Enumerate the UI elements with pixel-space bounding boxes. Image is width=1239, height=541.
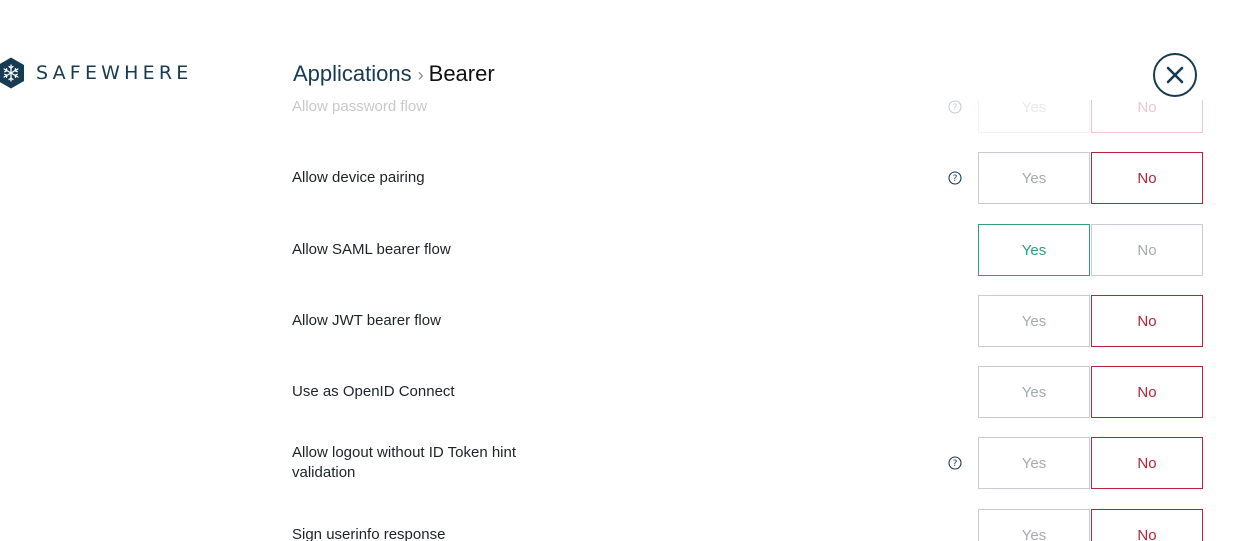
yes-option[interactable]: Yes [978, 100, 1090, 133]
setting-label: Use as OpenID Connect [292, 383, 455, 400]
yes-option[interactable]: Yes [978, 224, 1090, 276]
yes-option[interactable]: Yes [978, 509, 1090, 541]
help-icon[interactable]: ? [948, 171, 962, 185]
setting-label: Allow JWT bearer flow [292, 312, 441, 329]
yes-option[interactable]: Yes [978, 437, 1090, 489]
no-option[interactable]: No [1091, 224, 1203, 276]
yes-no-toggle: Yes No [978, 366, 1203, 418]
setting-row-sign-userinfo-response: Sign userinfo response Yes No [292, 509, 1203, 541]
yes-no-toggle: Yes No [978, 295, 1203, 347]
breadcrumb-current-page: Bearer [428, 61, 495, 86]
setting-label: Allow device pairing [292, 169, 425, 186]
svg-text:?: ? [953, 103, 958, 113]
setting-label: Allow logout without ID Token hint valid… [292, 444, 517, 481]
setting-label: Allow SAML bearer flow [292, 241, 451, 258]
breadcrumb: Applications › Bearer [293, 60, 495, 88]
setting-row-allow-saml-bearer-flow: Allow SAML bearer flow Yes No [292, 224, 1203, 276]
help-icon[interactable]: ? [948, 456, 962, 470]
yes-option[interactable]: Yes [978, 366, 1090, 418]
no-option[interactable]: No [1091, 295, 1203, 347]
svg-text:?: ? [953, 174, 958, 184]
yes-no-toggle: Yes No [978, 100, 1203, 133]
setting-row-use-as-openid-connect: Use as OpenID Connect Yes No [292, 366, 1203, 418]
yes-no-toggle: Yes No [978, 152, 1203, 204]
setting-label: Sign userinfo response [292, 526, 446, 541]
yes-no-toggle: Yes No [978, 509, 1203, 541]
setting-label: Allow password flow [292, 100, 428, 115]
yes-no-toggle: Yes No [978, 437, 1203, 489]
yes-option[interactable]: Yes [978, 152, 1090, 204]
svg-text:?: ? [953, 459, 958, 469]
setting-row-allow-logout-without-id-token-hint-validation: Allow logout without ID Token hint valid… [292, 437, 1203, 489]
no-option[interactable]: No [1091, 509, 1203, 541]
yes-no-toggle: Yes No [978, 224, 1203, 276]
brand-name: SAFEWHERE [36, 62, 193, 84]
close-icon [1166, 66, 1184, 84]
setting-row-allow-device-pairing: Allow device pairing ? Yes No [292, 152, 1203, 204]
safewhere-logo: SAFEWHERE [0, 57, 192, 89]
setting-row-allow-password-flow: Allow password flow ? Yes No [292, 100, 1203, 133]
breadcrumb-applications-link[interactable]: Applications [293, 61, 412, 87]
no-option[interactable]: No [1091, 437, 1203, 489]
close-button[interactable] [1153, 53, 1197, 97]
breadcrumb-separator: › [417, 64, 424, 85]
settings-list[interactable]: Allow password flow ? Yes No Allow devic… [0, 100, 1239, 541]
setting-row-allow-jwt-bearer-flow: Allow JWT bearer flow Yes No [292, 295, 1203, 347]
help-icon[interactable]: ? [948, 100, 962, 114]
no-option[interactable]: No [1091, 366, 1203, 418]
yes-option[interactable]: Yes [978, 295, 1090, 347]
no-option[interactable]: No [1091, 100, 1203, 133]
safewhere-snowflake-icon [0, 57, 24, 89]
no-option[interactable]: No [1091, 152, 1203, 204]
